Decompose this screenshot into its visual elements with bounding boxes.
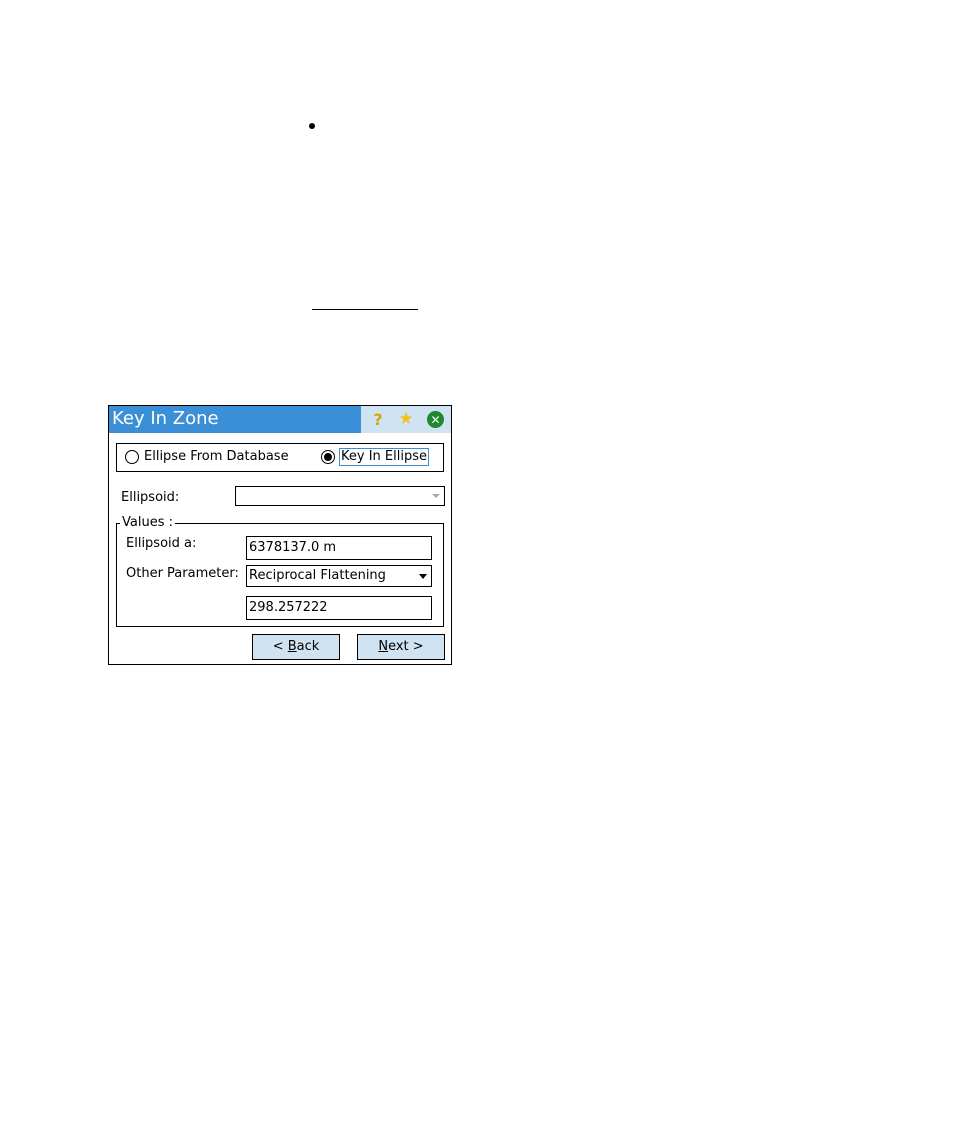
chevron-down-icon bbox=[432, 494, 440, 498]
key-in-zone-dialog: Key In Zone ? ★ ✕ Ellipse From Database … bbox=[108, 405, 452, 665]
ellipsoid-a-input[interactable]: 6378137.0 m bbox=[246, 536, 432, 560]
close-icon[interactable]: ✕ bbox=[427, 411, 444, 428]
window-title: Key In Zone bbox=[112, 408, 219, 429]
radio-key-in-ellipse[interactable] bbox=[321, 450, 335, 464]
help-icon[interactable]: ? bbox=[369, 410, 387, 429]
chevron-down-icon bbox=[419, 574, 427, 579]
next-button[interactable]: Next > bbox=[357, 634, 445, 660]
radio-label-keyin[interactable]: Key In Ellipse bbox=[339, 448, 429, 466]
ellipsoid-label: Ellipsoid: bbox=[121, 490, 180, 505]
back-prefix: < bbox=[272, 639, 288, 654]
title-icons: ? ★ ✕ bbox=[361, 406, 451, 433]
back-accel: B bbox=[287, 639, 297, 654]
document-bullet bbox=[309, 123, 315, 129]
values-group: Values : Ellipsoid a: 6378137.0 m Other … bbox=[116, 515, 444, 627]
favorites-star-icon[interactable]: ★ bbox=[397, 409, 415, 429]
other-parameter-selected: Reciprocal Flattening bbox=[249, 568, 386, 583]
other-parameter-select[interactable]: Reciprocal Flattening bbox=[246, 565, 432, 587]
back-rest: ack bbox=[296, 639, 320, 654]
title-bar: Key In Zone ? ★ ✕ bbox=[109, 406, 451, 433]
document-rule bbox=[312, 309, 418, 310]
other-parameter-value-input[interactable]: 298.257222 bbox=[246, 596, 432, 620]
back-button[interactable]: < Back bbox=[252, 634, 340, 660]
next-accel: N bbox=[378, 639, 389, 654]
next-rest: ext > bbox=[388, 639, 424, 654]
radio-label-database[interactable]: Ellipse From Database bbox=[144, 449, 289, 465]
other-parameter-label: Other Parameter: bbox=[126, 566, 239, 581]
ellipse-source-group: Ellipse From Database Key In Ellipse bbox=[116, 443, 444, 472]
radio-ellipse-from-database[interactable] bbox=[125, 450, 139, 464]
ellipsoid-a-label: Ellipsoid a: bbox=[126, 536, 197, 551]
values-group-title: Values : bbox=[120, 515, 175, 531]
ellipsoid-dropdown bbox=[235, 486, 445, 506]
